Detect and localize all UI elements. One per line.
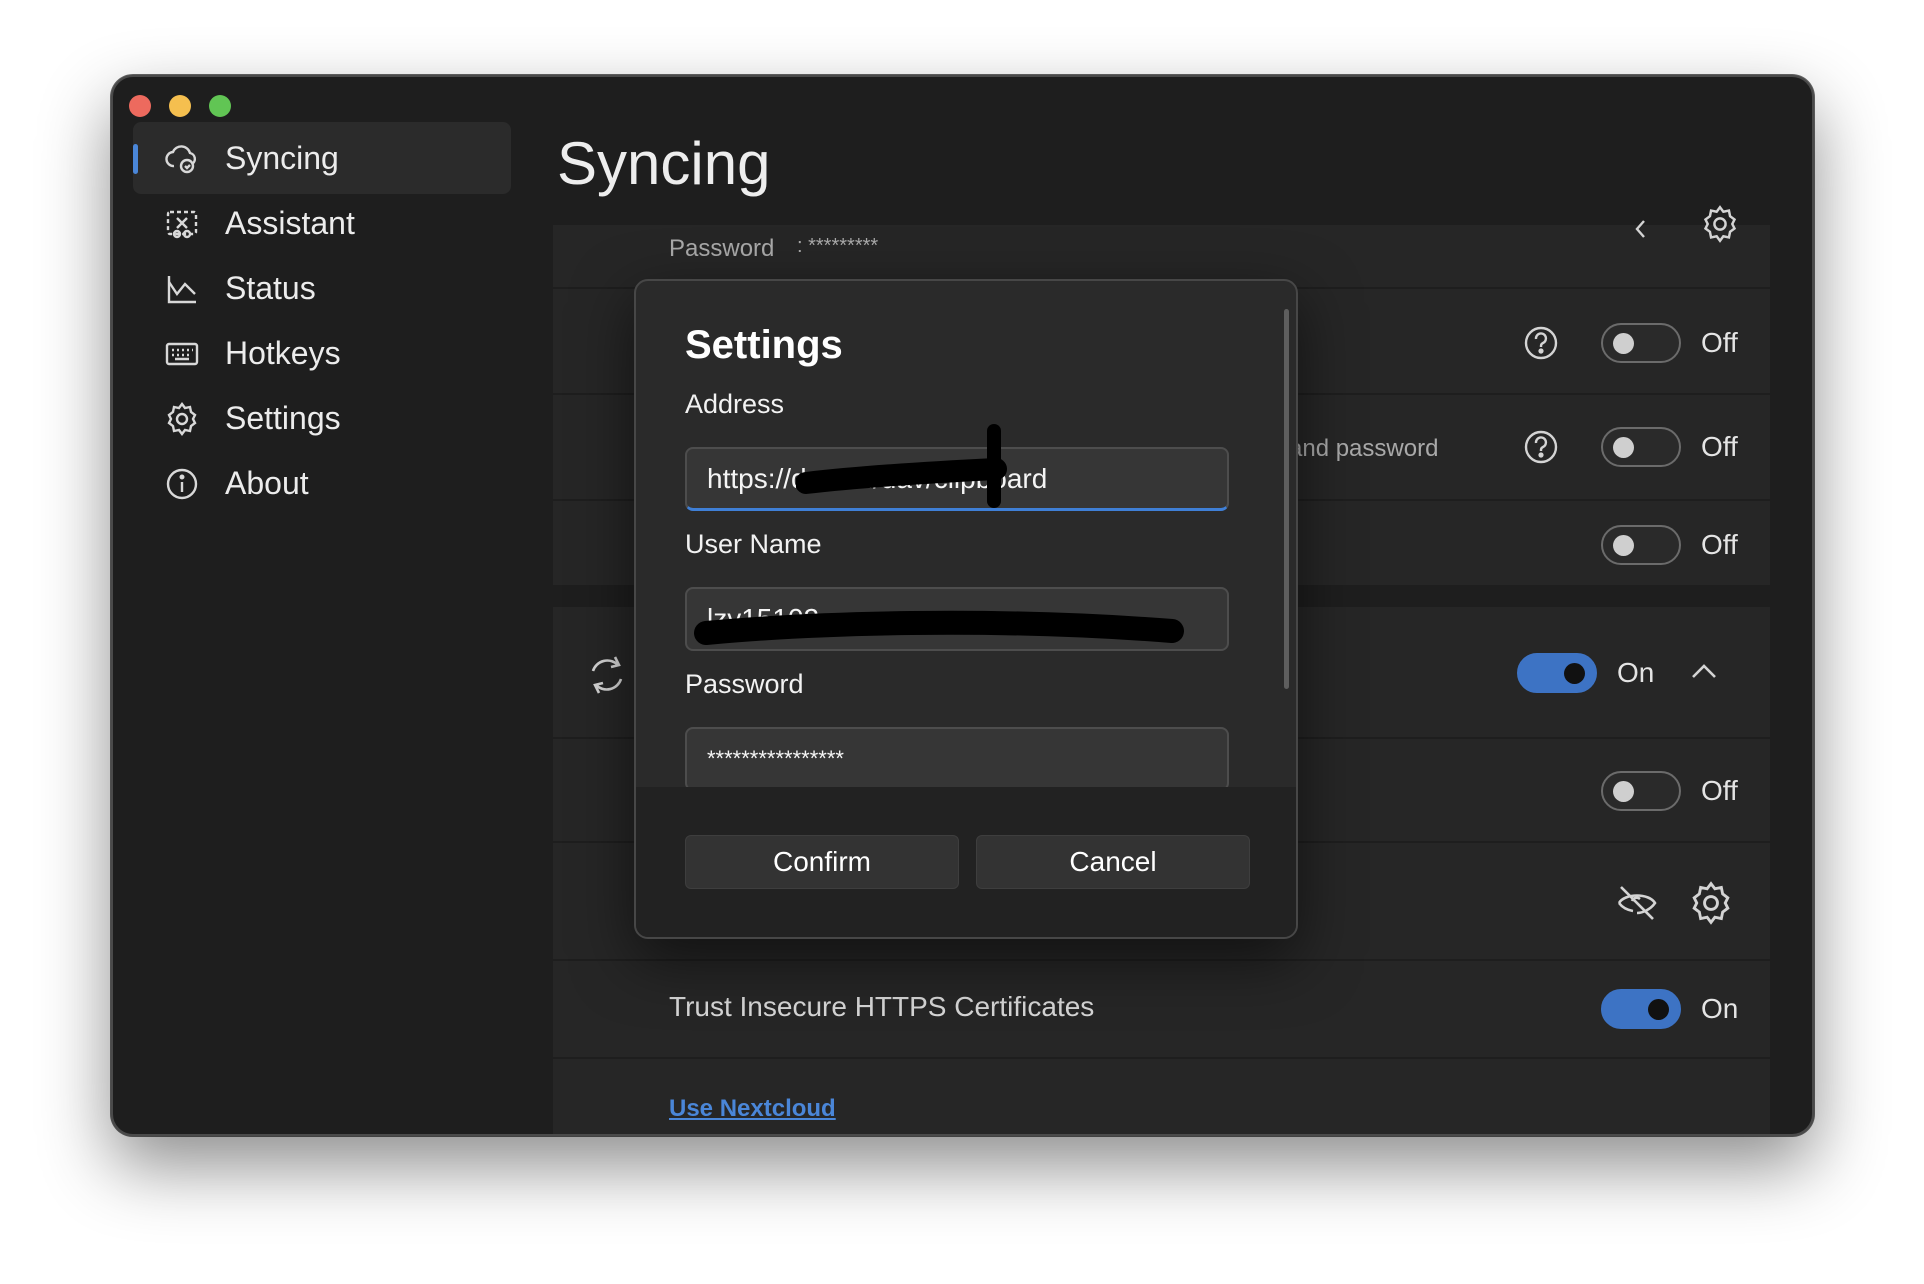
toggle-state-label: Off <box>1701 775 1738 806</box>
toggle-switch[interactable] <box>1601 771 1681 811</box>
toggle-switch[interactable] <box>1601 427 1681 467</box>
password-input[interactable]: **************** <box>685 727 1229 791</box>
toggle-switch-sync[interactable] <box>1517 653 1597 693</box>
username-label: User Name <box>685 529 822 559</box>
cancel-button[interactable]: Cancel <box>976 835 1250 889</box>
toggle-switch-trust[interactable] <box>1601 989 1681 1029</box>
password-summary-value: : ********* <box>797 235 879 257</box>
assistant-icon <box>165 207 199 241</box>
nextcloud-row: Use Nextcloud <box>553 1059 1770 1134</box>
setting-row-text: and password <box>1289 435 1439 462</box>
confirm-button[interactable]: Confirm <box>685 835 959 889</box>
help-icon[interactable] <box>1523 429 1559 470</box>
password-summary-label: Password <box>669 235 775 262</box>
chevron-up-icon[interactable] <box>1689 659 1719 688</box>
sidebar-item-label: Status <box>225 269 316 306</box>
dialog-footer: Confirm Cancel <box>636 787 1296 937</box>
app-window: Syncing Assistant Status Hotkeys Setting… <box>111 75 1814 1136</box>
sidebar-item-status[interactable]: Status <box>133 252 511 324</box>
sidebar-item-syncing[interactable]: Syncing <box>133 122 511 194</box>
sidebar-item-settings[interactable]: Settings <box>133 382 511 454</box>
toggle-state-label: On <box>1701 993 1739 1024</box>
username-input[interactable]: lzv15102 <box>685 587 1229 651</box>
trust-insecure-label: Trust Insecure HTTPS Certificates <box>669 991 1095 1022</box>
sidebar-item-label: About <box>225 464 309 501</box>
address-label: Address <box>685 389 785 419</box>
toggle-switch[interactable] <box>1601 525 1681 565</box>
address-input[interactable]: https://dav. m/dav/clipboard <box>685 447 1229 511</box>
cloud-sync-icon <box>165 142 199 176</box>
gear-icon <box>165 402 199 436</box>
eye-off-icon[interactable] <box>1615 881 1659 930</box>
sidebar-item-label: Settings <box>225 399 341 436</box>
sidebar-item-hotkeys[interactable]: Hotkeys <box>133 317 511 389</box>
sidebar-item-about[interactable]: About <box>133 447 511 519</box>
dialog-title: Settings <box>685 323 843 367</box>
trust-insecure-row: Trust Insecure HTTPS Certificates On <box>553 961 1770 1059</box>
chart-icon <box>165 272 199 306</box>
gear-icon[interactable] <box>1701 205 1739 248</box>
info-icon <box>165 467 199 501</box>
sidebar-item-assistant[interactable]: Assistant <box>133 187 511 259</box>
toggle-state-label: On <box>1617 657 1655 688</box>
dialog-scrollbar[interactable] <box>1284 309 1289 689</box>
sidebar: Syncing Assistant Status Hotkeys Setting… <box>113 77 543 1134</box>
sidebar-item-label: Assistant <box>225 204 355 241</box>
toggle-state-label: Off <box>1701 431 1738 462</box>
password-label: Password <box>685 669 804 699</box>
gear-icon[interactable] <box>1689 881 1733 930</box>
sidebar-item-label: Syncing <box>225 139 339 176</box>
use-nextcloud-link[interactable]: Use Nextcloud <box>669 1095 836 1123</box>
toggle-state-label: Off <box>1701 327 1738 358</box>
sync-icon <box>585 651 629 704</box>
chevron-left-icon[interactable] <box>1629 217 1653 246</box>
settings-dialog: Settings Address https://dav. m/dav/clip… <box>634 279 1298 939</box>
toggle-switch[interactable] <box>1601 323 1681 363</box>
active-indicator <box>133 144 138 174</box>
toggle-state-label: Off <box>1701 529 1738 560</box>
sidebar-item-label: Hotkeys <box>225 334 341 371</box>
keyboard-icon <box>165 337 199 371</box>
page-title: Syncing <box>557 130 771 197</box>
help-icon[interactable] <box>1523 325 1559 366</box>
